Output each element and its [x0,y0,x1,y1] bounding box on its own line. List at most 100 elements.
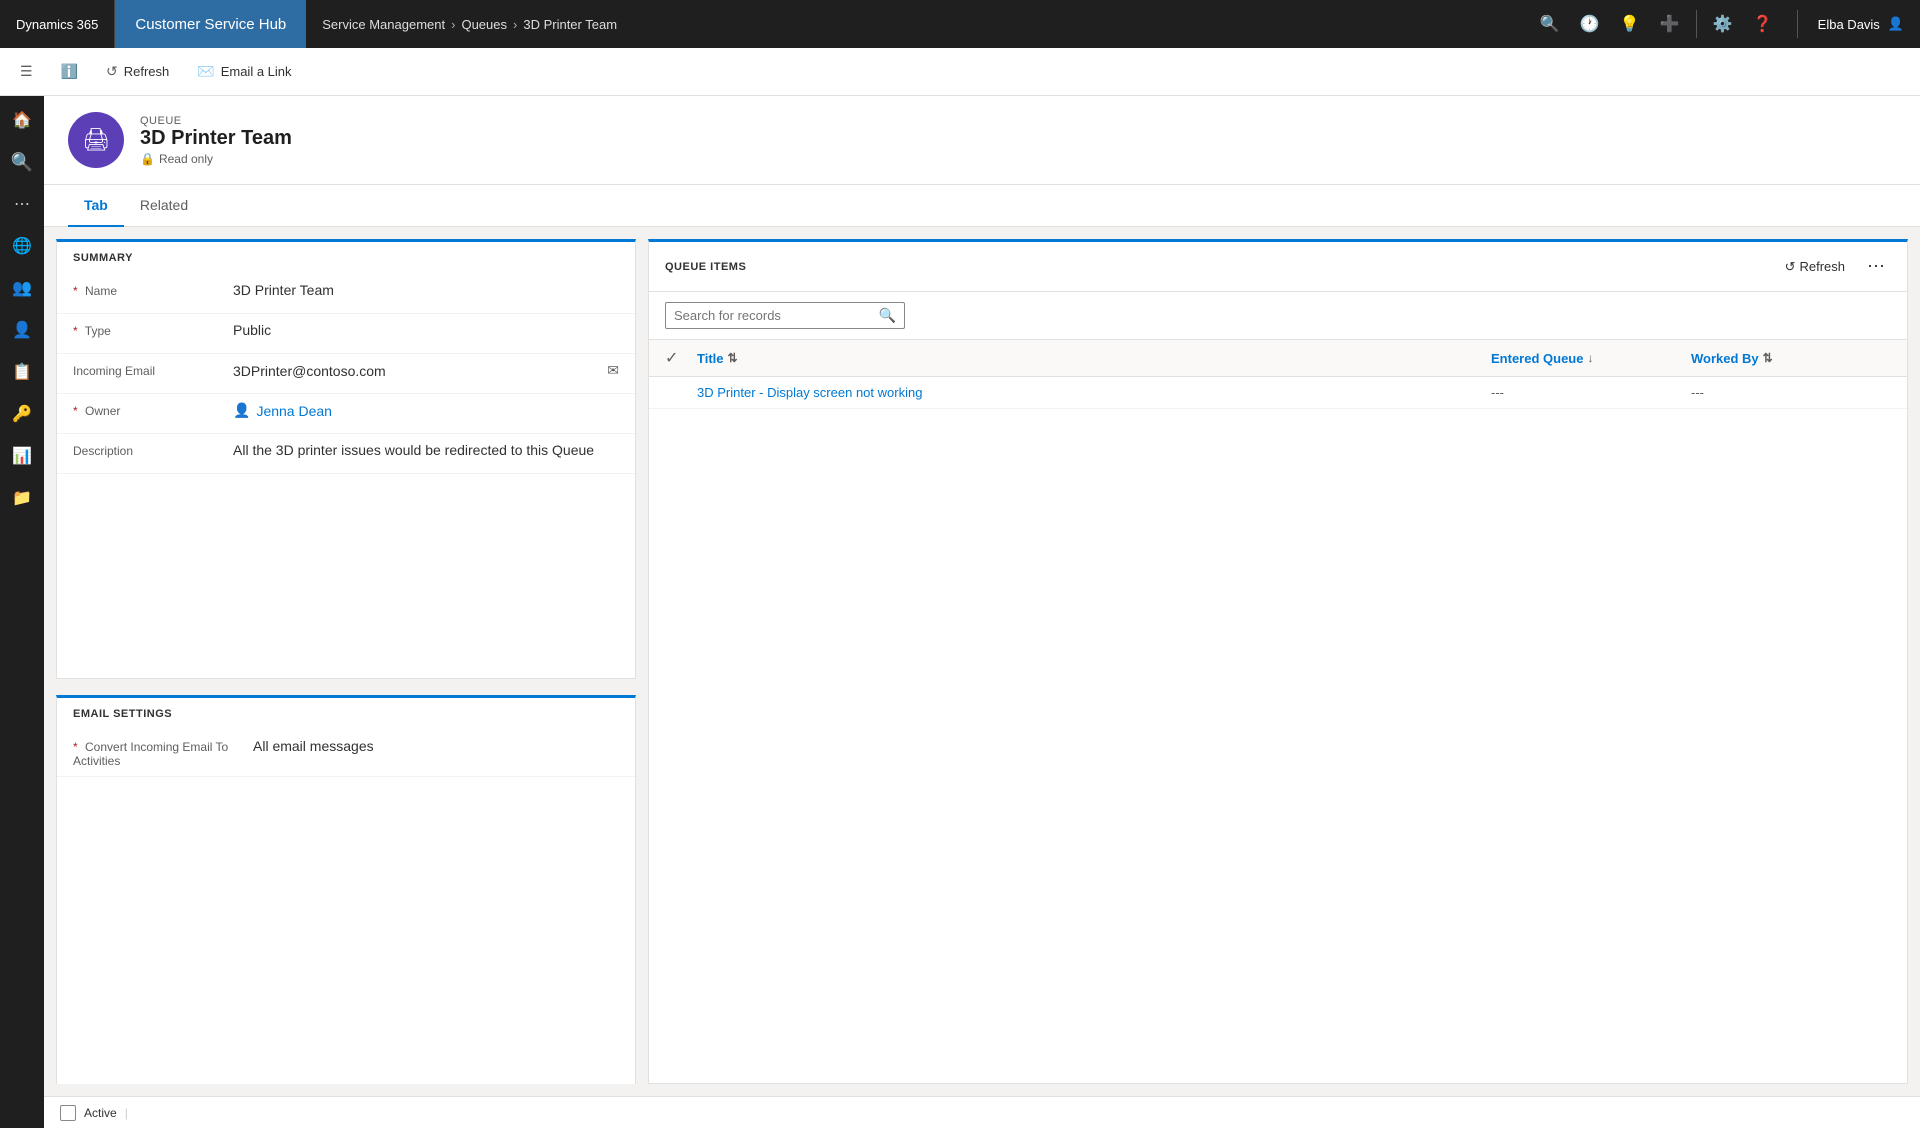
field-owner-value-wrap: 👤 Jenna Dean [233,402,619,419]
field-description: Description All the 3D printer issues wo… [57,434,635,474]
sidebar-icon-person[interactable]: 👤 [2,310,42,350]
td-title[interactable]: 3D Printer - Display screen not working [697,385,1491,400]
th-title[interactable]: Title ⇅ [697,351,1491,366]
sidebar: 🏠 🔍 ⋯ 🌐 👥 👤 📋 🔑 📊 📁 [0,96,44,1128]
info-icon: ℹ️ [61,63,78,80]
field-convert-label: * Convert Incoming Email To Activities [73,738,253,768]
breadcrumb-service-management[interactable]: Service Management [322,17,445,32]
field-type-value: Public [233,322,619,338]
field-name-label: * Name [73,282,233,298]
queue-refresh-label: Refresh [1799,259,1845,274]
summary-title: SUMMARY [57,242,635,274]
sidebar-icon-folder[interactable]: 📁 [2,478,42,518]
search-icon: 🔍 [879,307,896,324]
entered-sort-icon: ↓ [1587,351,1593,365]
field-type-label: * Type [73,322,233,338]
email-settings-section: EMAIL SETTINGS * Convert Incoming Email … [56,695,636,1084]
sidebar-icon-key[interactable]: 🔑 [2,394,42,434]
record-avatar: 🖨 [68,112,124,168]
queue-refresh-button[interactable]: ↺ Refresh [1777,255,1853,279]
td-entered: --- [1491,385,1691,400]
field-owner-label: * Owner [73,402,233,418]
breadcrumb-queues[interactable]: Queues [461,17,507,32]
sidebar-icon-cases[interactable]: 📋 [2,352,42,392]
field-owner-value[interactable]: Jenna Dean [256,403,332,419]
refresh-icon: ↺ [106,63,118,80]
settings-icon[interactable]: ⚙️ [1705,6,1741,42]
queue-items-panel: QUEUE ITEMS ↺ Refresh ⋯ 🔍 [648,239,1908,1084]
left-panel: SUMMARY * Name 3D Printer Team * Typ [56,239,636,1084]
app-name: Customer Service Hub [115,0,306,48]
queue-items-title: QUEUE ITEMS [665,261,746,273]
status-checkbox[interactable] [60,1105,76,1121]
user-info[interactable]: Elba Davis 👤 [1802,16,1920,32]
field-description-value: All the 3D printer issues would be redir… [233,442,619,458]
sidebar-icon-globe[interactable]: 🌐 [2,226,42,266]
field-type: * Type Public [57,314,635,354]
breadcrumb-sep-1: › [451,17,455,32]
dynamics-logo[interactable]: Dynamics 365 [0,0,115,48]
field-email-label: Incoming Email [73,362,233,378]
queue-more-button[interactable]: ⋯ [1861,252,1891,281]
clock-icon[interactable]: 🕐 [1572,6,1608,42]
bulb-icon[interactable]: 💡 [1612,6,1648,42]
nav-icons: 🔍 🕐 💡 ➕ ⚙️ ❓ [1520,6,1793,42]
email-icon: ✉️ [197,63,214,80]
main-content: 🖨 QUEUE 3D Printer Team 🔒 Read only Tab … [44,96,1920,1128]
record-title: 3D Printer Team [140,127,292,150]
sidebar-icon-more[interactable]: ⋯ [2,184,42,224]
user-divider [1797,10,1798,38]
td-worked: --- [1691,385,1891,400]
tab-tab[interactable]: Tab [68,185,124,227]
field-owner: * Owner 👤 Jenna Dean [57,394,635,434]
table-row[interactable]: 3D Printer - Display screen not working … [649,377,1907,409]
worked-sort-icon: ⇅ [1763,351,1773,365]
required-indicator-3: * [73,404,78,418]
queue-table: ✓ Title ⇅ Entered Queue ↓ Worked By ⇅ [649,340,1907,1083]
record-status-label: Read only [159,152,213,166]
status-bar: Active | [44,1096,1920,1128]
summary-section: SUMMARY * Name 3D Printer Team * Typ [56,239,636,679]
search-input-wrap[interactable]: 🔍 [665,302,905,329]
top-navigation: Dynamics 365 Customer Service Hub Servic… [0,0,1920,48]
email-field-icon[interactable]: ✉ [607,362,619,379]
owner-person-icon: 👤 [233,402,250,419]
tab-related[interactable]: Related [124,185,204,227]
queue-items-header: QUEUE ITEMS ↺ Refresh ⋯ [649,242,1907,292]
body-area: SUMMARY * Name 3D Printer Team * Typ [44,227,1920,1096]
sidebar-icon-home[interactable]: 🏠 [2,100,42,140]
user-name: Elba Davis [1818,17,1880,32]
required-indicator-4: * [73,740,78,754]
search-icon[interactable]: 🔍 [1532,6,1568,42]
lock-icon: 🔒 [140,152,155,166]
email-link-label: Email a Link [221,64,292,79]
info-button[interactable]: ℹ️ [49,57,90,86]
breadcrumb-sep-2: › [513,17,517,32]
email-link-button[interactable]: ✉️ Email a Link [185,57,303,86]
refresh-button[interactable]: ↺ Refresh [94,57,181,86]
help-icon[interactable]: ❓ [1745,6,1781,42]
field-name-value: 3D Printer Team [233,282,619,298]
field-description-label: Description [73,442,233,458]
menu-button[interactable]: ☰ [8,57,45,86]
status-divider: | [125,1106,128,1120]
th-worked[interactable]: Worked By ⇅ [1691,351,1891,366]
plus-icon[interactable]: ➕ [1652,6,1688,42]
field-email: Incoming Email 3DPrinter@contoso.com ✉ [57,354,635,394]
sidebar-icon-chart[interactable]: 📊 [2,436,42,476]
header-checkbox-icon[interactable]: ✓ [665,350,678,367]
search-input[interactable] [674,308,873,323]
record-status: 🔒 Read only [140,152,292,166]
status-label: Active [84,1106,117,1120]
record-info: QUEUE 3D Printer Team 🔒 Read only [140,115,292,166]
th-check: ✓ [665,348,697,368]
required-indicator-2: * [73,324,78,338]
th-entered[interactable]: Entered Queue ↓ [1491,351,1691,366]
queue-actions: ↺ Refresh ⋯ [1777,252,1891,281]
sidebar-icon-search[interactable]: 🔍 [2,142,42,182]
field-email-value-wrap: 3DPrinter@contoso.com ✉ [233,362,619,379]
nav-divider [1696,10,1697,38]
hamburger-icon: ☰ [20,63,33,80]
sidebar-icon-users[interactable]: 👥 [2,268,42,308]
required-indicator: * [73,284,78,298]
